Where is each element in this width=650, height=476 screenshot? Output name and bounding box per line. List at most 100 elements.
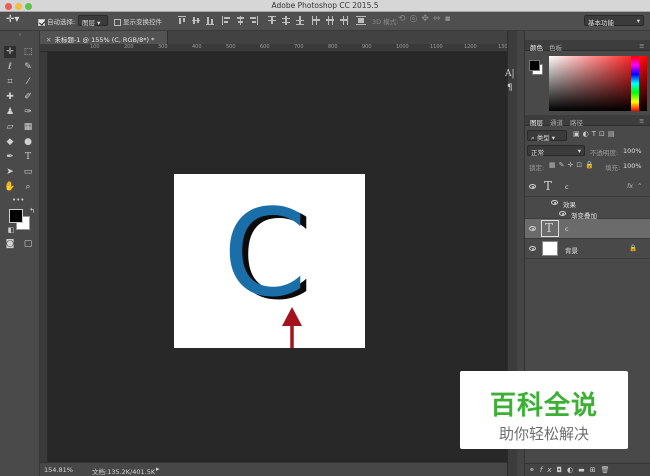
ruler-tick-label: 600 <box>260 44 270 50</box>
layer-row-background[interactable]: 背景 🔒 <box>525 239 650 259</box>
ruler-tick-label: 700 <box>294 44 304 50</box>
distribute-bottom-icon[interactable] <box>296 16 304 25</box>
foreground-color-swatch[interactable] <box>9 209 23 223</box>
dodge-tool-icon[interactable]: ● <box>22 136 34 148</box>
tab-swatches[interactable]: 色板 <box>549 42 562 52</box>
opacity-value[interactable]: 100% <box>623 147 642 155</box>
hue-slider[interactable] <box>631 56 639 111</box>
status-menu-arrow-icon[interactable]: ▸ <box>156 465 160 473</box>
quick-mask-icon[interactable]: ◙ <box>4 238 16 250</box>
align-top-icon[interactable] <box>178 16 186 25</box>
edit-toolbar-icon[interactable]: ••• <box>12 194 24 206</box>
blur-tool-icon[interactable]: ◆ <box>4 136 16 148</box>
tab-channels[interactable]: 通道 <box>550 117 563 127</box>
layer-filter-icons[interactable]: ▣◐T⊡▤ <box>573 130 617 138</box>
new-group-icon[interactable]: ▬ <box>578 466 590 474</box>
swap-colors-icon[interactable]: ↰ <box>26 205 38 217</box>
layer-filter-dropdown[interactable]: ⌕ 类型 ▾ <box>527 130 567 142</box>
align-vcenter-icon[interactable] <box>192 16 200 25</box>
default-colors-icon[interactable]: ◧ <box>5 224 17 236</box>
document-tab[interactable]: ✕ 未标题-1 @ 155% (C, RGB/8*) * <box>40 31 168 44</box>
tab-close-icon[interactable]: ✕ <box>46 36 51 44</box>
clone-stamp-tool-icon[interactable]: ♟ <box>4 106 16 118</box>
hand-tool-icon[interactable]: ✋ <box>4 181 16 193</box>
horizontal-ruler: 100 200 300 400 500 600 700 800 900 1000 1100 1200 1… <box>40 44 511 52</box>
pen-tool-icon[interactable]: ✒ <box>4 151 16 163</box>
visibility-eye-icon[interactable] <box>529 184 536 189</box>
workspace-dropdown[interactable]: 基本功能 ▾ <box>584 15 644 27</box>
tools-panel: » ✛ ⬚ ℓ ✎ ⌗ ⁄ ✚ ✐ ♟ ✑ ▱ ▦ ◆ ● ✒ T ➤ ▭ ✋ … <box>0 31 40 476</box>
move-tool-icon[interactable]: ✛ <box>4 46 16 58</box>
delete-layer-icon[interactable]: 🗑 <box>601 466 615 474</box>
link-layers-icon[interactable]: ⚭ <box>529 466 540 474</box>
distribute-vcenter-icon[interactable] <box>282 16 290 25</box>
zoom-tool-icon[interactable]: ⌕ <box>22 181 34 193</box>
align-bottom-icon[interactable] <box>206 16 214 25</box>
ruler-tick-label: 200 <box>124 44 134 50</box>
auto-select-dropdown[interactable]: 图层 ▾ <box>78 15 108 27</box>
screen-mode-icon[interactable]: ▢ <box>22 238 34 250</box>
eyedropper-tool-icon[interactable]: ⁄ <box>22 76 34 88</box>
brush-tool-icon[interactable]: ✐ <box>22 91 34 103</box>
layer-name: c <box>565 183 569 191</box>
path-select-tool-icon[interactable]: ➤ <box>4 166 16 178</box>
rectangle-tool-icon[interactable]: ▭ <box>22 166 34 178</box>
paragraph-panel-icon[interactable]: ¶ <box>507 83 513 93</box>
visibility-eye-icon[interactable] <box>529 246 536 251</box>
history-brush-tool-icon[interactable]: ✑ <box>22 106 34 118</box>
lock-icons[interactable]: ▦✎✛⊡🔒 <box>549 161 597 169</box>
align-right-icon[interactable] <box>250 16 258 25</box>
marquee-tool-icon[interactable]: ⬚ <box>22 46 34 58</box>
text-layer-icon: T <box>544 179 553 193</box>
tab-paths[interactable]: 路径 <box>570 117 583 127</box>
show-transform-checkbox[interactable]: 显示变换控件 <box>114 16 162 26</box>
add-style-icon[interactable]: fx <box>540 466 557 474</box>
distribute-right-icon[interactable] <box>340 16 348 25</box>
distribute-top-icon[interactable] <box>268 16 276 25</box>
move-tool-preset-icon[interactable]: ✛▾ <box>6 14 19 25</box>
align-left-icon[interactable] <box>222 16 230 25</box>
panel-menu-icon[interactable]: ≡ <box>639 42 644 50</box>
visibility-eye-icon[interactable] <box>529 226 536 231</box>
effects-visibility-icon[interactable] <box>551 200 558 205</box>
gradient-overlay-visibility-icon[interactable] <box>559 211 566 216</box>
mode-3d-icons[interactable]: ⟲◎✥⇔▪ <box>398 14 455 24</box>
layer-name: c <box>565 225 569 233</box>
layer-effects-row[interactable]: 效果 <box>525 197 650 209</box>
tab-layers[interactable]: 图层 <box>530 117 543 127</box>
tab-color[interactable]: 颜色 <box>530 42 543 52</box>
gradient-tool-icon[interactable]: ▦ <box>22 121 34 133</box>
quick-select-tool-icon[interactable]: ✎ <box>22 61 34 73</box>
auto-select-checkbox[interactable]: 自动选择: <box>38 16 75 26</box>
expand-effects-icon[interactable]: ⌃ <box>637 182 642 190</box>
crop-tool-icon[interactable]: ⌗ <box>4 76 16 88</box>
zoom-level[interactable]: 154.81% <box>44 466 73 474</box>
layer-row-c-selected[interactable]: T c <box>525 219 650 239</box>
blend-mode-dropdown[interactable]: 正常 ▾ <box>527 145 585 157</box>
distribute-left-icon[interactable] <box>312 16 320 25</box>
ruler-tick-label: 100 <box>90 44 100 50</box>
align-hcenter-icon[interactable] <box>236 16 244 25</box>
lasso-tool-icon[interactable]: ℓ <box>4 61 16 73</box>
layer-row-c-fx[interactable]: T c fx ⌃ <box>525 177 650 197</box>
vertical-ruler <box>40 52 48 462</box>
adjustment-layer-icon[interactable]: ◐ <box>567 466 578 474</box>
document-info[interactable]: 文档:135.2K/401.5K <box>92 466 155 476</box>
document-tab-title: 未标题-1 @ 155% (C, RGB/8*) * <box>54 36 155 44</box>
fill-value[interactable]: 100% <box>623 162 642 170</box>
add-mask-icon[interactable]: ◘ <box>556 466 567 474</box>
type-tool-icon[interactable]: T <box>22 151 34 163</box>
character-panel-icon[interactable]: A| <box>505 69 515 79</box>
auto-align-icon[interactable] <box>356 16 366 25</box>
ruler-tick-label: 400 <box>192 44 202 50</box>
toolbar-grip[interactable]: » <box>0 33 40 38</box>
layers-menu-icon[interactable]: ≡ <box>639 117 644 125</box>
eraser-tool-icon[interactable]: ▱ <box>4 121 16 133</box>
new-layer-icon[interactable]: ⊞ <box>590 466 601 474</box>
color-panel-foreground-swatch[interactable] <box>529 60 540 71</box>
document-canvas[interactable]: C C <box>174 174 365 348</box>
distribute-hcenter-icon[interactable] <box>326 16 334 25</box>
gradient-overlay-row[interactable]: 渐变叠加 <box>525 208 650 220</box>
healing-brush-tool-icon[interactable]: ✚ <box>4 91 16 103</box>
fx-badge[interactable]: fx <box>627 182 633 190</box>
